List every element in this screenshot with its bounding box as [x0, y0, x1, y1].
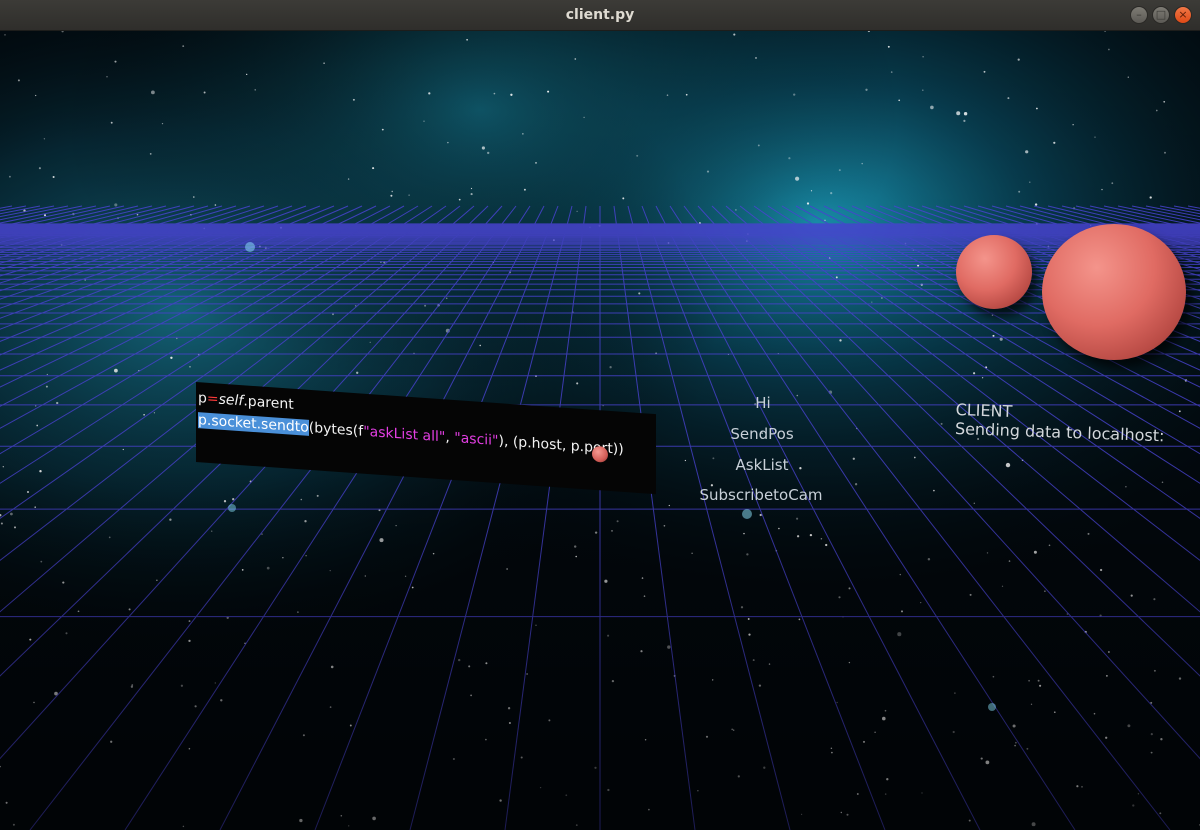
app-window: client.py – □ × p=self.parent p.socket.s…	[0, 0, 1200, 830]
code-string: "askList all"	[363, 423, 446, 446]
title-bar[interactable]: client.py – □ ×	[0, 0, 1200, 31]
3d-viewport[interactable]: p=self.parent p.socket.sendto(bytes(f"as…	[0, 30, 1200, 830]
code-line-2: p.socket.sendto(bytes(f"askList all", "a…	[198, 412, 624, 458]
client-status-panel: CLIENT Sending data to localhost:	[955, 400, 1166, 445]
maximize-button[interactable]: □	[1152, 6, 1170, 24]
close-button[interactable]: ×	[1174, 6, 1192, 24]
menu-item-hi[interactable]: Hi	[755, 394, 770, 412]
window-title: client.py	[565, 7, 635, 23]
large-sphere[interactable]	[1042, 224, 1186, 360]
code-string: "ascii"	[454, 430, 499, 450]
minimize-button[interactable]: –	[1130, 6, 1148, 24]
panel-sphere-marker[interactable]	[592, 445, 608, 463]
small-sphere[interactable]	[956, 235, 1032, 309]
code-token: p	[198, 390, 207, 407]
selected-text: p.socket.sendto	[198, 412, 309, 436]
menu-item-asklist[interactable]: AskList	[736, 456, 789, 474]
code-token: ,	[445, 429, 455, 447]
menu-item-subscribe-cam[interactable]: SubscribetoCam	[699, 486, 822, 504]
window-controls: – □ ×	[1130, 6, 1192, 24]
code-token: (bytes(f	[308, 419, 364, 440]
menu-item-sendpos[interactable]: SendPos	[730, 425, 793, 443]
code-line-1: p=self.parent	[198, 390, 294, 413]
code-token: .parent	[243, 393, 294, 413]
code-keyword: self	[218, 391, 244, 410]
text-cursor: =	[206, 390, 219, 408]
